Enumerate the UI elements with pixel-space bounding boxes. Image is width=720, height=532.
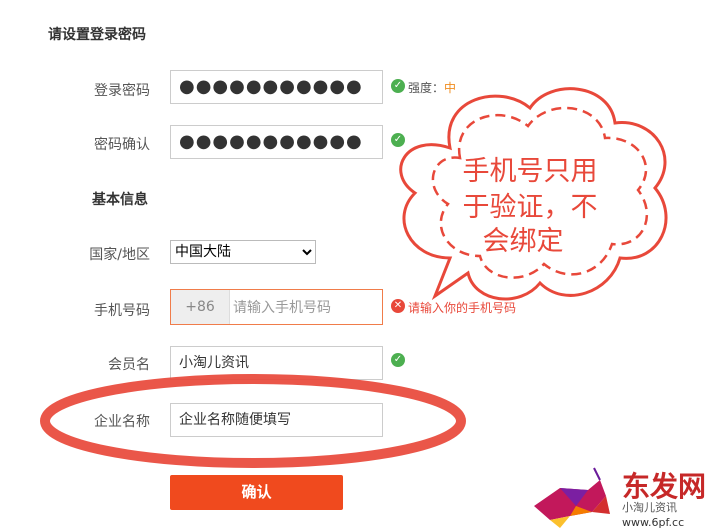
callout-line-3: 会绑定 xyxy=(483,226,564,257)
callout-line-1: 手机号只用 xyxy=(463,156,598,187)
watermark-caption: 小淘儿资讯 xyxy=(622,501,677,514)
watermark-logo: 东发网 小淘儿资讯 www.6pf.cc xyxy=(534,467,706,529)
bull-logo-icon xyxy=(534,467,610,528)
watermark-url: www.6pf.cc xyxy=(622,516,684,529)
callout-line-2: 于验证，不 xyxy=(463,192,598,223)
company-highlight-ring xyxy=(40,374,466,468)
callout-cloud: 手机号只用 于验证，不 会绑定 xyxy=(399,87,668,301)
watermark-logo-text: 东发网 xyxy=(622,470,706,503)
